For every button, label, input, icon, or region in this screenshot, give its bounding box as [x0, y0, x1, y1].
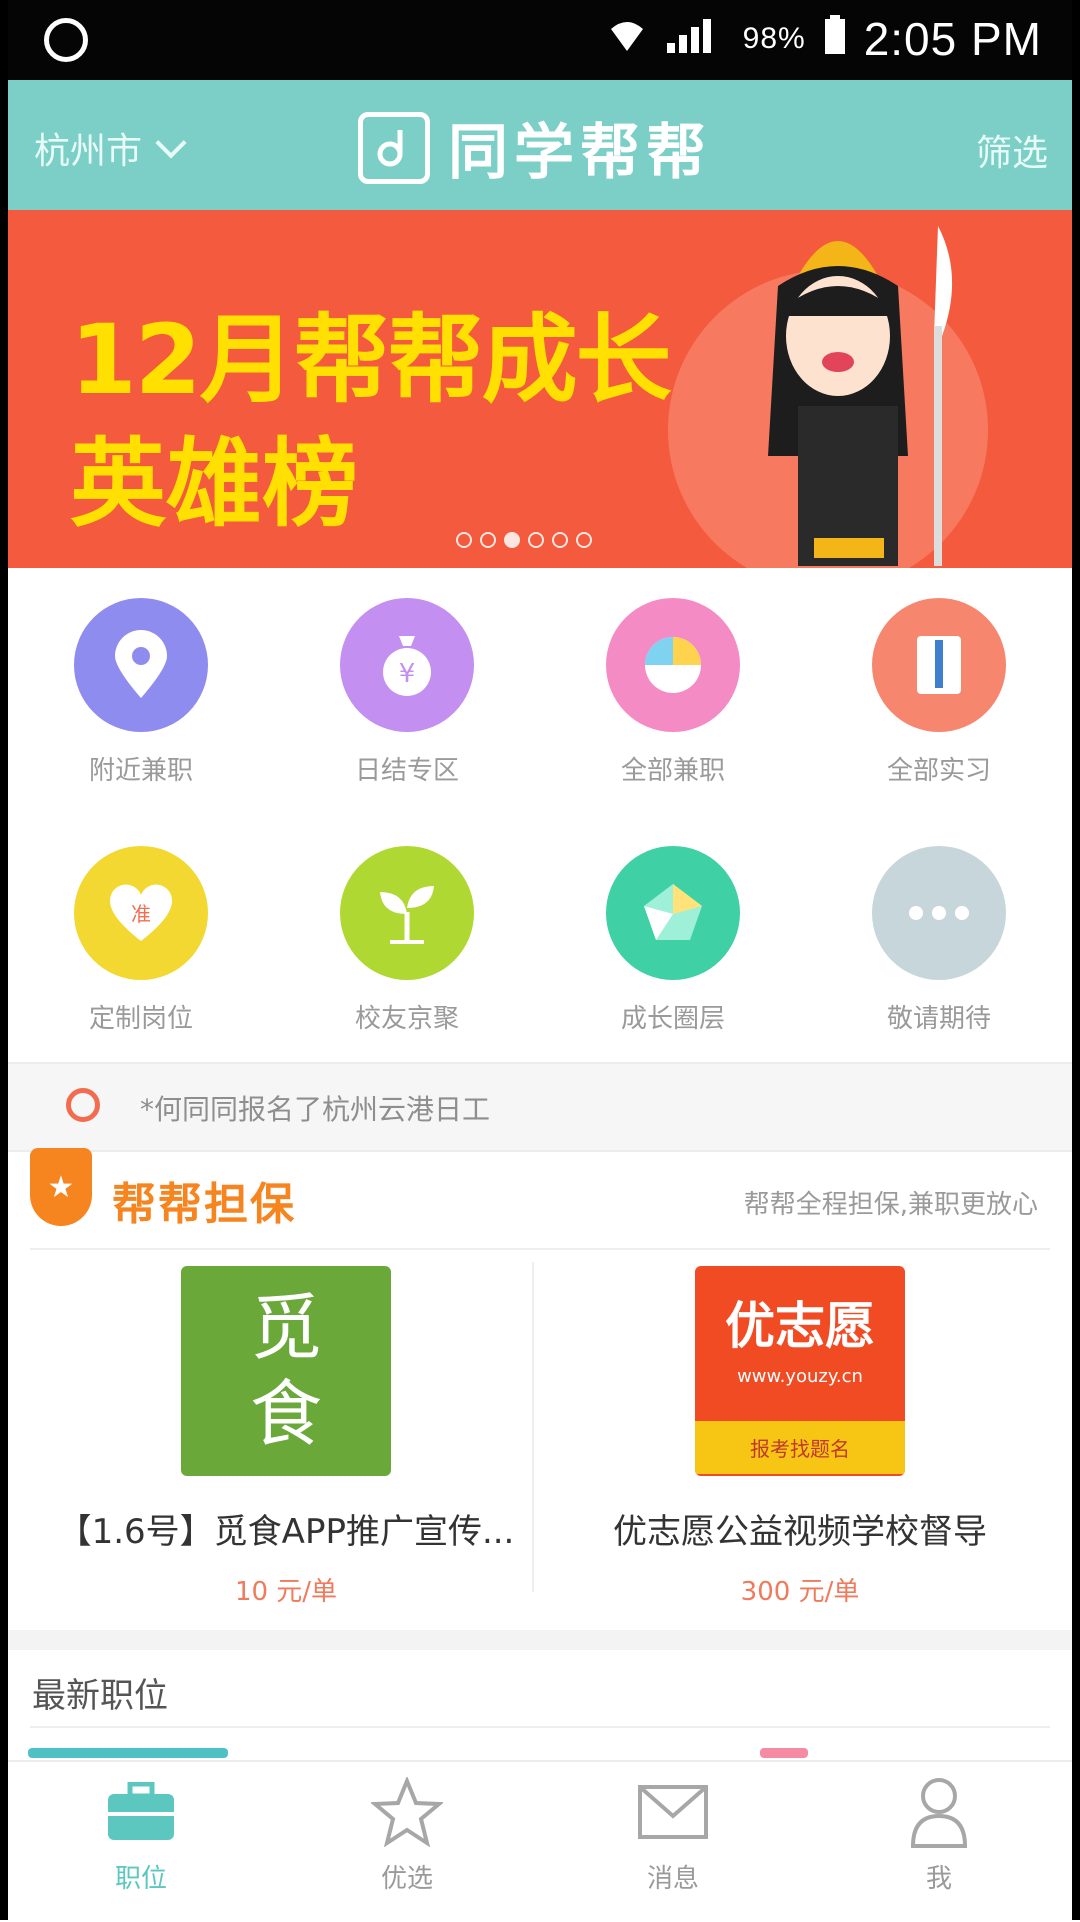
warrior-illustration: [768, 226, 953, 566]
wifi-icon: [607, 17, 647, 61]
tab-me[interactable]: 我: [806, 1776, 1072, 1895]
pagination-dot[interactable]: [576, 532, 592, 548]
job-tag-peek: [760, 1748, 808, 1758]
svg-text:¥: ¥: [399, 659, 416, 689]
svg-text:准: 准: [131, 902, 151, 926]
notice-bar[interactable]: *何同同报名了杭州云港日工: [8, 1062, 1072, 1152]
signal-icon: [665, 15, 725, 63]
category-item[interactable]: 校友京聚: [274, 828, 540, 1035]
logo-text-1: 优志愿: [725, 1297, 875, 1355]
logo-icon: [358, 111, 430, 184]
job-title: 【1.6号】觅食APP推广宣传...: [57, 1512, 515, 1552]
category-label: 校友京聚: [354, 1004, 459, 1034]
tab-label: 我: [925, 1864, 952, 1894]
category-item[interactable]: 全部兼职: [540, 580, 806, 787]
category-item[interactable]: 全部实习: [806, 580, 1072, 787]
tab-featured[interactable]: 优选: [274, 1776, 540, 1895]
banner-pagination[interactable]: [456, 532, 592, 548]
screen-frame-left: [0, 0, 8, 1920]
heart-icon: 准: [74, 846, 208, 980]
screen-frame-right: [1072, 0, 1080, 1920]
battery-percent: 98%: [742, 22, 806, 55]
job-price: 300 元/单: [740, 1577, 860, 1607]
job-title: 优志愿公益视频学校督导: [613, 1512, 987, 1552]
category-item[interactable]: 准定制岗位: [8, 828, 274, 1035]
pagination-dot[interactable]: [528, 532, 544, 548]
briefcase-suit-icon: [872, 598, 1006, 732]
tab-jobs[interactable]: 职位: [8, 1776, 274, 1895]
location-pin-icon: [74, 598, 208, 732]
promo-banner[interactable]: 12月帮帮成长 英雄榜: [8, 210, 1072, 568]
logo-text-1: 觅: [249, 1286, 322, 1370]
tab-label: 优选: [380, 1864, 433, 1894]
clock-icon: [44, 18, 88, 62]
pagination-dot[interactable]: [480, 532, 496, 548]
job-logo: 优志愿 www.youzy.cn 报考找题名: [695, 1266, 905, 1476]
featured-job-card[interactable]: 优志愿 www.youzy.cn 报考找题名 优志愿公益视频学校督导 300 元…: [540, 1262, 1060, 1608]
sprout-icon: [340, 846, 474, 980]
mail-icon: [637, 1776, 709, 1848]
shield-star-icon: ★: [30, 1148, 92, 1226]
featured-job-card[interactable]: 觅 食 【1.6号】觅食APP推广宣传... 10 元/单: [26, 1262, 546, 1608]
pagination-dot[interactable]: [456, 532, 472, 548]
status-bar: 98% 2:05 PM: [0, 0, 1080, 80]
latest-jobs-title: 最新职位: [32, 1676, 168, 1716]
eye-icon: [66, 1088, 100, 1122]
category-label: 定制岗位: [88, 1004, 193, 1034]
category-label: 附近兼职: [88, 756, 193, 786]
banner-subtitle: 英雄榜: [70, 428, 358, 540]
app-header: 杭州市 同学帮帮 筛选: [8, 80, 1072, 210]
job-price: 10 元/单: [234, 1577, 338, 1607]
person-icon: [903, 1776, 975, 1848]
status-right: 98% 2:05 PM: [607, 12, 1042, 66]
pie-chart-icon: [606, 598, 740, 732]
category-item[interactable]: 敬请期待: [806, 828, 1072, 1035]
divider: [30, 1248, 1050, 1250]
tab-label: 职位: [114, 1864, 167, 1894]
tab-label: 消息: [646, 1864, 699, 1894]
section-subtitle: 帮帮全程担保,兼职更放心: [743, 1190, 1038, 1220]
app-logo: 同学帮帮: [358, 104, 712, 191]
logo-text-2: 食: [249, 1372, 322, 1456]
category-label: 敬请期待: [886, 1004, 991, 1034]
star-icon: [371, 1776, 443, 1848]
battery-icon: [824, 12, 846, 66]
notice-text: *何同同报名了杭州云港日工: [140, 1093, 491, 1126]
job-tag-peek: [28, 1748, 228, 1758]
logo-text-3: 报考找题名: [695, 1421, 905, 1474]
section-title: 帮帮担保: [112, 1179, 296, 1230]
divider: [30, 1726, 1050, 1728]
briefcase-icon: [105, 1776, 177, 1848]
city-label: 杭州市: [34, 130, 143, 171]
banner-title: 12月帮帮成长: [70, 304, 672, 416]
category-label: 成长圈层: [620, 1004, 725, 1034]
status-time: 2:05 PM: [863, 13, 1042, 65]
category-label: 全部兼职: [620, 756, 725, 786]
category-label: 全部实习: [886, 756, 991, 786]
section-gap: [8, 1630, 1072, 1650]
category-item[interactable]: 附近兼职: [8, 580, 274, 787]
category-item[interactable]: 成长圈层: [540, 828, 806, 1035]
category-label: 日结专区: [354, 756, 459, 786]
chevron-down-icon: [155, 127, 187, 159]
bottom-tab-bar: 职位 优选 消息 我: [8, 1760, 1072, 1922]
app-name: 同学帮帮: [448, 118, 712, 188]
job-logo: 觅 食: [181, 1266, 391, 1476]
logo-text-2: www.youzy.cn: [737, 1366, 863, 1387]
more-dots-icon: [872, 846, 1006, 980]
pagination-dot[interactable]: [552, 532, 568, 548]
pagination-dot[interactable]: [504, 532, 520, 548]
money-bag-icon: ¥: [340, 598, 474, 732]
card-separator: [532, 1262, 534, 1592]
category-item[interactable]: ¥ 日结专区: [274, 580, 540, 787]
city-selector[interactable]: 杭州市: [34, 122, 187, 174]
tab-messages[interactable]: 消息: [540, 1776, 806, 1895]
gem-icon: [606, 846, 740, 980]
filter-button[interactable]: 筛选: [976, 124, 1048, 176]
